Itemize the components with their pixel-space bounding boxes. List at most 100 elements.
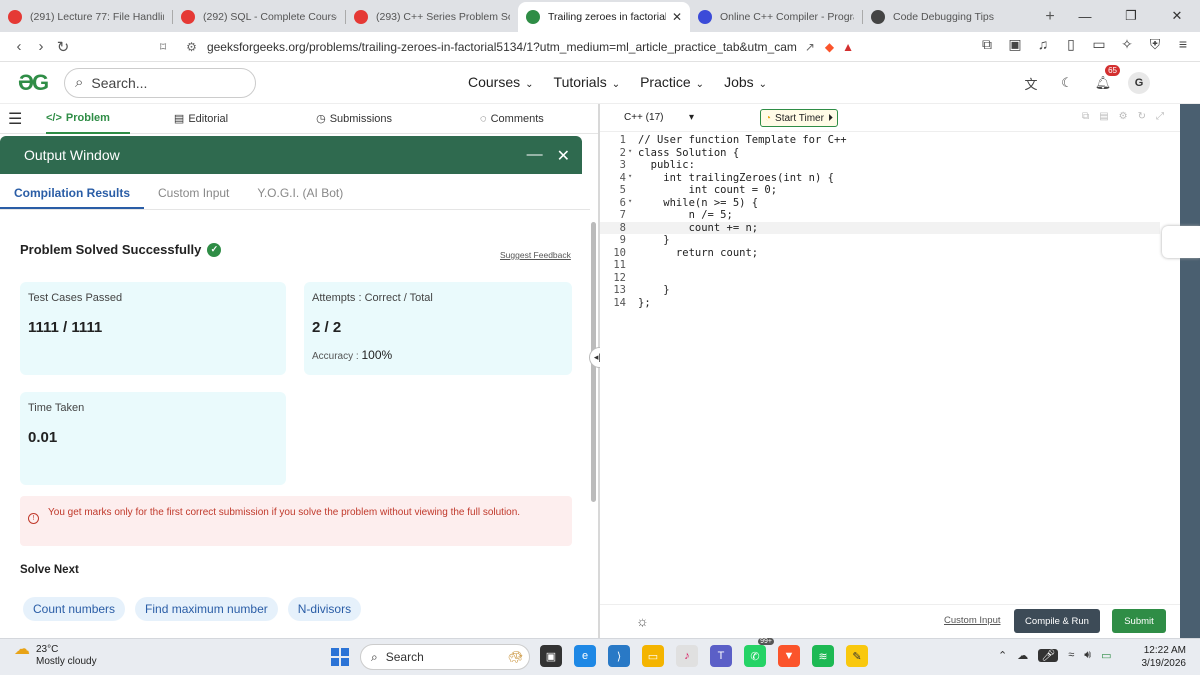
brave-shield-icon[interactable]: ◆ bbox=[825, 40, 834, 54]
fullscreen-icon[interactable]: ⤢ bbox=[1156, 111, 1164, 122]
dark-mode-icon[interactable]: ☾ bbox=[1056, 72, 1078, 94]
tab-custom-input[interactable]: Custom Input bbox=[144, 174, 243, 209]
fold-icon[interactable]: ▾ bbox=[628, 147, 638, 160]
taskbar-search[interactable]: ⌕ Search 🐢︎ bbox=[360, 644, 530, 670]
nav-tutorials[interactable]: Tutorials ⌄ bbox=[554, 74, 621, 90]
site-info-icon[interactable]: ⚙ bbox=[186, 40, 197, 54]
volume-icon[interactable]: 🔊︎ bbox=[1084, 649, 1091, 662]
reload-icon[interactable]: ↻ bbox=[52, 38, 74, 56]
nav-jobs[interactable]: Jobs ⌄ bbox=[724, 74, 767, 90]
spotify-icon[interactable]: ≋ bbox=[812, 645, 834, 667]
menu-icon[interactable]: ≡ bbox=[1174, 36, 1192, 53]
compile-run-button[interactable]: Compile & Run bbox=[1014, 609, 1100, 633]
search-input[interactable]: ⌕ Search... bbox=[64, 67, 256, 98]
notification-icon[interactable]: 🔔︎ 65 bbox=[1092, 65, 1120, 94]
forward-icon[interactable]: › bbox=[30, 38, 52, 55]
chevron-up-icon[interactable]: ⌃ bbox=[998, 649, 1007, 662]
file-explorer-icon[interactable]: ▭ bbox=[642, 645, 664, 667]
next-problem-chip[interactable]: Count numbers bbox=[23, 597, 126, 621]
fold-icon[interactable] bbox=[628, 259, 638, 272]
next-problem-chip[interactable]: Find maximum number bbox=[135, 597, 278, 621]
fold-icon[interactable] bbox=[628, 272, 638, 285]
wifi-icon[interactable]: ≈ bbox=[1068, 649, 1074, 662]
clock[interactable]: 12:22 AM 3/19/2026 bbox=[1142, 644, 1187, 670]
fold-icon[interactable] bbox=[628, 247, 638, 260]
fold-icon[interactable] bbox=[628, 184, 638, 197]
onedrive-icon[interactable]: ☁ bbox=[1017, 649, 1028, 662]
start-timer-button[interactable]: ◔ Start Timer ⏵ bbox=[760, 109, 838, 127]
extensions-icon[interactable]: ⧉ bbox=[978, 36, 996, 53]
browser-tab[interactable]: (291) Lecture 77: File Handling in bbox=[0, 2, 172, 32]
translate-icon[interactable]: 文 bbox=[1020, 72, 1042, 94]
minimize-icon[interactable]: — bbox=[1062, 0, 1108, 32]
weather-widget[interactable]: ☁ 23°C Mostly cloudy bbox=[14, 642, 97, 668]
tab-comments[interactable]: ◌ Comments bbox=[480, 113, 544, 125]
weather-desc: Mostly cloudy bbox=[36, 656, 97, 667]
windows-start-icon[interactable] bbox=[331, 648, 349, 666]
sticky-notes-icon[interactable]: ✎ bbox=[846, 645, 868, 667]
browser-tab[interactable]: Online C++ Compiler - Program bbox=[690, 2, 862, 32]
task-view-icon[interactable]: ▣ bbox=[540, 645, 562, 667]
whatsapp-icon[interactable]: ✆ 99+ bbox=[744, 638, 774, 667]
next-problem-chip[interactable]: N-divisors bbox=[287, 597, 362, 621]
fold-icon[interactable] bbox=[628, 284, 638, 297]
settings-icon[interactable]: ⚙ bbox=[1119, 111, 1128, 122]
vpn-icon[interactable]: ⛨ bbox=[1146, 36, 1164, 53]
fold-icon[interactable] bbox=[628, 222, 638, 235]
code-editor[interactable]: 1// User function Template for C++ 2 ▾ clas… bbox=[600, 134, 1180, 604]
battery-icon[interactable]: ▭ bbox=[1101, 649, 1111, 662]
fold-icon[interactable] bbox=[628, 297, 638, 310]
browser-tab[interactable]: Code Debugging Tips bbox=[863, 2, 1035, 32]
fold-icon[interactable] bbox=[628, 159, 638, 172]
brave-icon[interactable]: ▼ bbox=[778, 645, 800, 667]
tab-yogi-bot[interactable]: Y.O.G.I. (AI Bot) bbox=[243, 174, 357, 209]
brave-rewards-icon[interactable]: ▲ bbox=[842, 40, 854, 54]
bookmark-icon[interactable]: ⌑ bbox=[160, 40, 166, 54]
browser-tab[interactable]: (292) SQL - Complete Course in bbox=[173, 2, 345, 32]
new-tab-button[interactable]: + bbox=[1035, 2, 1065, 32]
ai-icon[interactable]: ✧ bbox=[1118, 36, 1136, 53]
teams-icon[interactable]: T bbox=[710, 645, 732, 667]
language-select[interactable]: C++ (17) ▾ bbox=[624, 112, 694, 123]
screenshot-icon[interactable]: ▣ bbox=[1006, 36, 1024, 53]
nav-practice[interactable]: Practice ⌄ bbox=[640, 74, 704, 90]
fold-icon[interactable] bbox=[628, 209, 638, 222]
copy-icon[interactable]: ⧉ bbox=[1082, 111, 1089, 122]
file-icon[interactable]: ▤ bbox=[1099, 111, 1108, 122]
media-icon[interactable]: ♫ bbox=[1034, 36, 1052, 53]
fold-icon[interactable]: ▾ bbox=[628, 197, 638, 210]
tab-compilation-results[interactable]: Compilation Results bbox=[0, 174, 145, 209]
tab-problem[interactable]: </> Problem bbox=[46, 104, 130, 134]
floating-side-button[interactable] bbox=[1162, 226, 1200, 258]
avatar[interactable]: G bbox=[1128, 72, 1150, 94]
close-window-icon[interactable]: ✕ bbox=[1154, 0, 1200, 32]
nav-courses[interactable]: Courses ⌄ bbox=[468, 74, 534, 90]
close-panel-icon[interactable]: ✕ bbox=[557, 146, 570, 166]
microphone-icon[interactable]: 🎤︎ bbox=[1038, 649, 1059, 662]
hamburger-menu-icon[interactable]: ☰ bbox=[8, 109, 26, 129]
edge-icon[interactable]: e bbox=[574, 645, 596, 667]
browser-tab[interactable]: Trailing zeroes in factorial | ✕ bbox=[518, 2, 690, 32]
minimize-panel-icon[interactable]: — bbox=[527, 146, 543, 166]
reset-icon[interactable]: ↻ bbox=[1138, 111, 1146, 122]
custom-input-link[interactable]: Custom Input bbox=[944, 615, 1001, 626]
tab-editorial[interactable]: ▤ Editorial bbox=[174, 112, 228, 126]
back-icon[interactable]: ‹ bbox=[8, 38, 30, 55]
share-icon[interactable]: ↗ bbox=[805, 40, 815, 54]
suggest-feedback-link[interactable]: Suggest Feedback bbox=[500, 250, 571, 260]
music-icon[interactable]: ♪ bbox=[676, 645, 698, 667]
sidebar-icon[interactable]: ▯ bbox=[1062, 36, 1080, 53]
gfg-logo[interactable]: ƏG bbox=[18, 71, 56, 94]
lightbulb-icon[interactable]: ☼ bbox=[636, 613, 649, 629]
fold-icon[interactable] bbox=[628, 234, 638, 247]
browser-tab[interactable]: (293) C++ Series Problem Solvin bbox=[346, 2, 518, 32]
restore-icon[interactable]: ❐ bbox=[1108, 0, 1154, 32]
wallet-icon[interactable]: ▭ bbox=[1090, 36, 1108, 53]
vscode-icon[interactable]: ⟩ bbox=[608, 645, 630, 667]
submit-button[interactable]: Submit bbox=[1112, 609, 1166, 633]
url-field[interactable]: ⌑ ⚙ geeksforgeeks.org/problems/trailing-… bbox=[160, 35, 854, 59]
fold-icon[interactable] bbox=[628, 134, 638, 147]
fold-icon[interactable]: ▾ bbox=[628, 172, 638, 185]
close-tab-icon[interactable]: ✕ bbox=[672, 10, 682, 24]
tab-submissions[interactable]: ◷ Submissions bbox=[316, 112, 392, 126]
